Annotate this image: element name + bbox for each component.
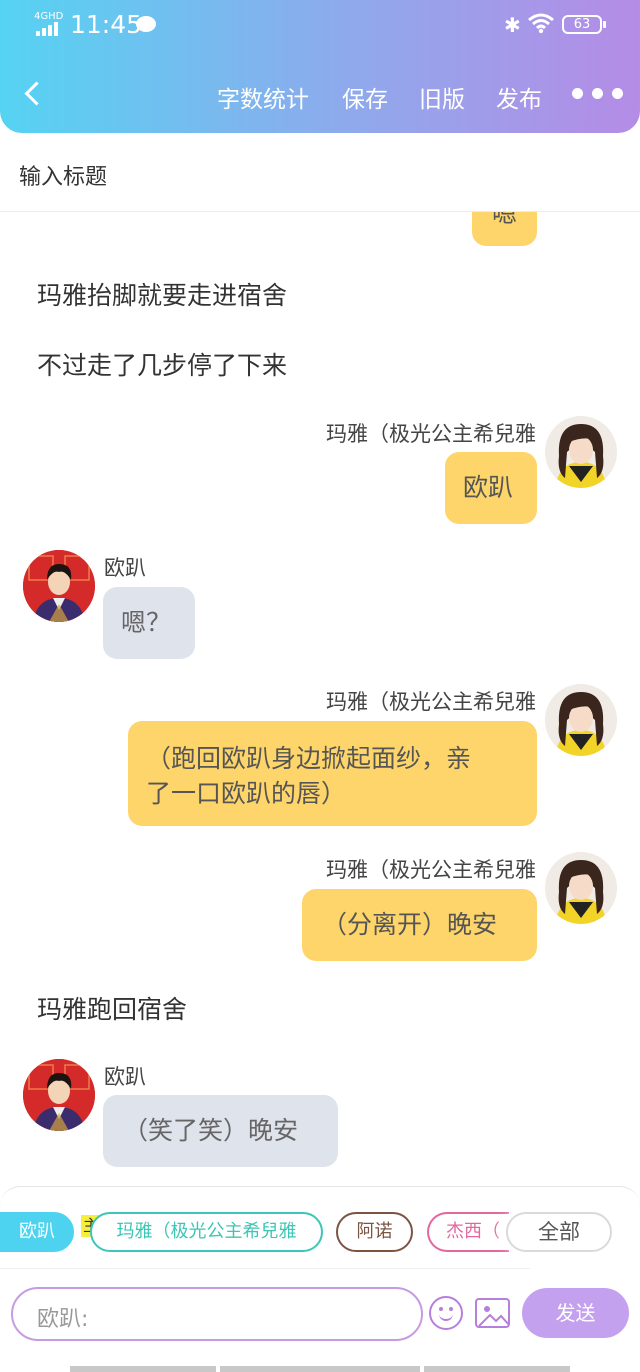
speaker-name: 欧趴 <box>104 556 146 580</box>
emoji-button[interactable] <box>429 1296 463 1330</box>
speaker-name: 玛雅（极光公主希兒雅 <box>326 858 536 882</box>
narration-line: 不过走了几步停了下来 <box>37 351 288 380</box>
message-text: （笑了笑）晚安 <box>123 1116 299 1145</box>
nav-bar-segment <box>424 1366 570 1372</box>
more-options-button[interactable] <box>572 86 624 100</box>
message-notification-icon <box>136 16 156 32</box>
avatar[interactable] <box>545 852 617 924</box>
narration-line: 玛雅抬脚就要走进宿舍 <box>37 281 288 310</box>
role-chip[interactable]: 玛雅（极光公主希兒雅 <box>90 1212 323 1252</box>
nav-bar-segment <box>70 1366 216 1372</box>
message-text: 欧趴 <box>463 473 514 502</box>
message-bubble[interactable]: 嗯？ <box>103 587 195 659</box>
speaker-name: 玛雅（极光公主希兒雅 <box>326 422 536 446</box>
message-text: （跑回欧趴身边掀起面纱，亲 <box>146 744 472 773</box>
girl-portrait-icon <box>555 692 607 756</box>
message-text: 嗯 <box>491 212 517 228</box>
bluetooth-icon: ✱ <box>504 13 521 37</box>
message-bubble[interactable]: （跑回欧趴身边掀起面纱，亲 了一口欧趴的唇） <box>128 721 537 826</box>
message-text: （分离开）晚安 <box>322 910 498 939</box>
battery-indicator: 63 <box>562 15 606 34</box>
old-version-button[interactable]: 旧版 <box>419 80 465 114</box>
avatar[interactable] <box>545 684 617 756</box>
narration-line: 玛雅跑回宿舍 <box>37 995 188 1024</box>
publish-button[interactable]: 发布 <box>496 80 542 114</box>
role-chip-active[interactable]: 欧趴 <box>0 1212 74 1252</box>
nav-bar-segment <box>220 1366 420 1372</box>
image-button[interactable] <box>475 1298 510 1328</box>
boy-portrait-icon <box>23 1059 95 1131</box>
speaker-name: 欧趴 <box>104 1065 146 1089</box>
message-input[interactable]: 欧趴: <box>11 1287 423 1341</box>
status-time: 11:45 <box>70 10 143 39</box>
image-icon <box>478 1306 508 1326</box>
role-chip[interactable]: 阿诺 <box>336 1212 413 1252</box>
role-chip[interactable]: 杰西（ <box>427 1212 509 1252</box>
boy-portrait-icon <box>23 550 95 622</box>
message-bubble[interactable]: 欧趴 <box>445 452 537 524</box>
message-input-placeholder: 欧趴: <box>37 1307 89 1332</box>
top-app-bar: 4GHD 11:45 ✱ 63 字数统计 保存 旧版 发布 <box>0 0 640 133</box>
girl-portrait-icon <box>555 860 607 924</box>
back-button[interactable] <box>18 78 48 112</box>
title-input[interactable]: 输入标题 <box>0 134 640 212</box>
message-bubble-partial[interactable]: 嗯 <box>472 212 537 246</box>
avatar[interactable] <box>23 1059 95 1131</box>
send-button[interactable]: 发送 <box>522 1288 629 1338</box>
divider <box>0 1268 530 1269</box>
message-bubble[interactable]: （笑了笑）晚安 <box>103 1095 338 1167</box>
title-placeholder: 输入标题 <box>19 165 108 190</box>
all-roles-button[interactable]: 全部 <box>506 1212 612 1252</box>
avatar[interactable] <box>23 550 95 622</box>
girl-portrait-icon <box>555 424 607 488</box>
message-bubble[interactable]: （分离开）晚安 <box>302 889 537 961</box>
message-text: 了一口欧趴的唇） <box>146 779 347 808</box>
word-count-button[interactable]: 字数统计 <box>217 80 309 114</box>
save-button[interactable]: 保存 <box>342 80 388 114</box>
network-type: 4GHD <box>34 11 64 22</box>
message-text: 嗯？ <box>121 608 172 637</box>
speaker-name: 玛雅（极光公主希兒雅 <box>326 690 536 714</box>
avatar[interactable] <box>545 416 617 488</box>
wifi-icon <box>528 13 554 34</box>
signal-icon <box>36 22 62 36</box>
